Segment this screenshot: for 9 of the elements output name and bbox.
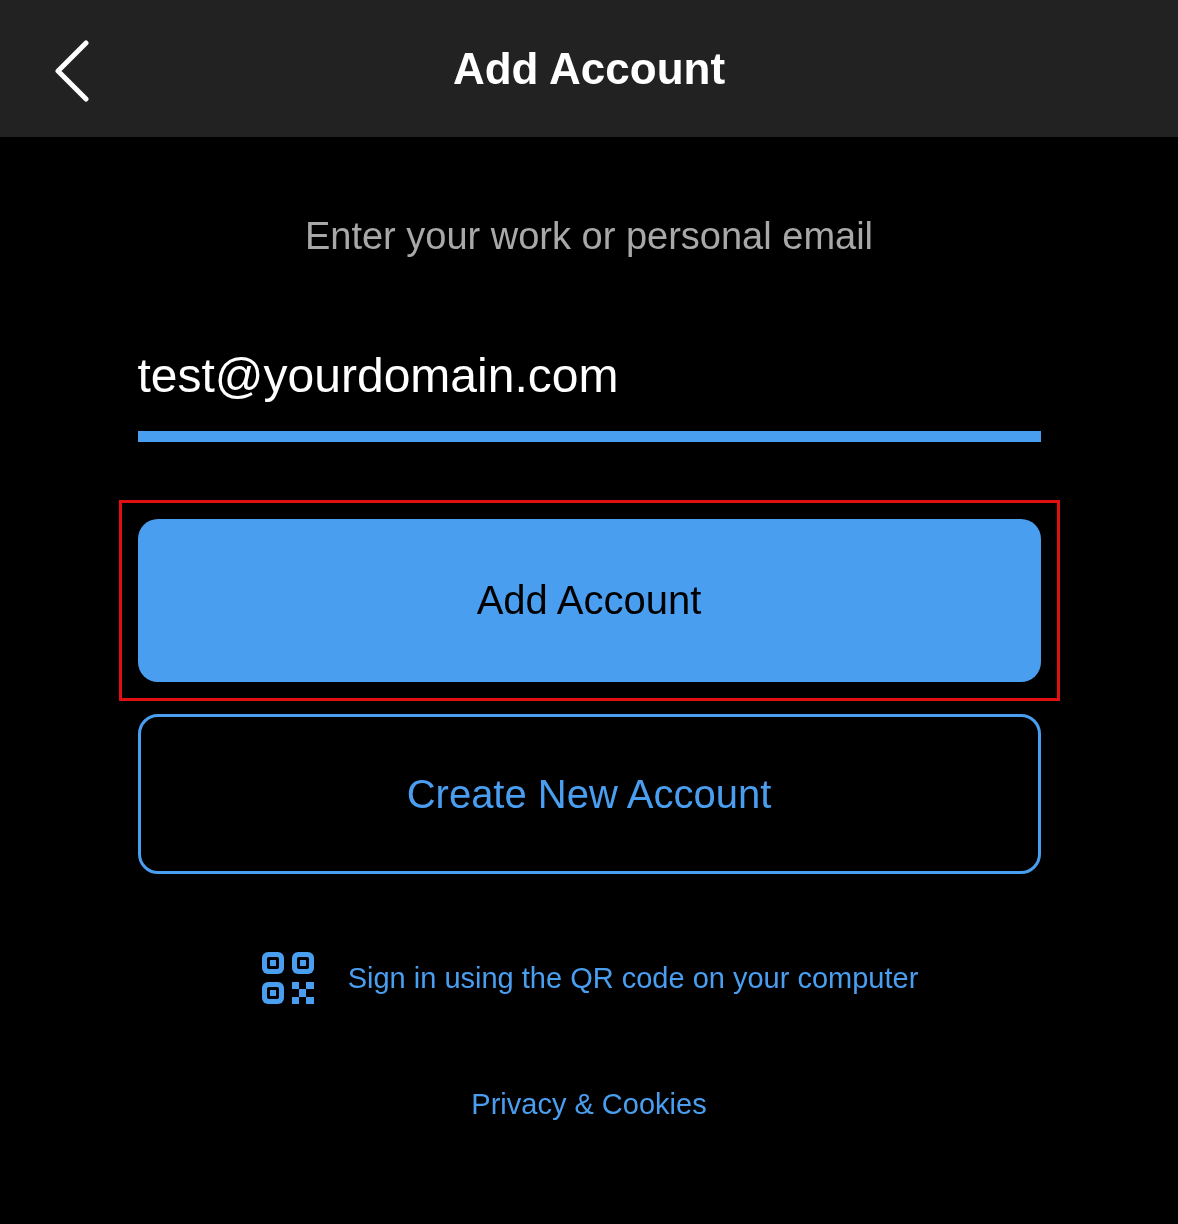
header-title: Add Account [452, 43, 726, 94]
qr-code-icon[interactable] [259, 950, 316, 1006]
add-account-button[interactable]: Add Account [137, 519, 1041, 682]
prompt-text: Enter your work or personal email [304, 215, 874, 258]
qr-sign-in-link[interactable]: Sign in using the QR code on your computer [347, 961, 919, 995]
create-account-button[interactable]: Create New Account [137, 714, 1041, 874]
privacy-link[interactable]: Privacy & Cookies [471, 1088, 707, 1121]
back-icon[interactable] [55, 40, 89, 102]
email-field[interactable]: test@yourdomain.com [137, 348, 1041, 403]
